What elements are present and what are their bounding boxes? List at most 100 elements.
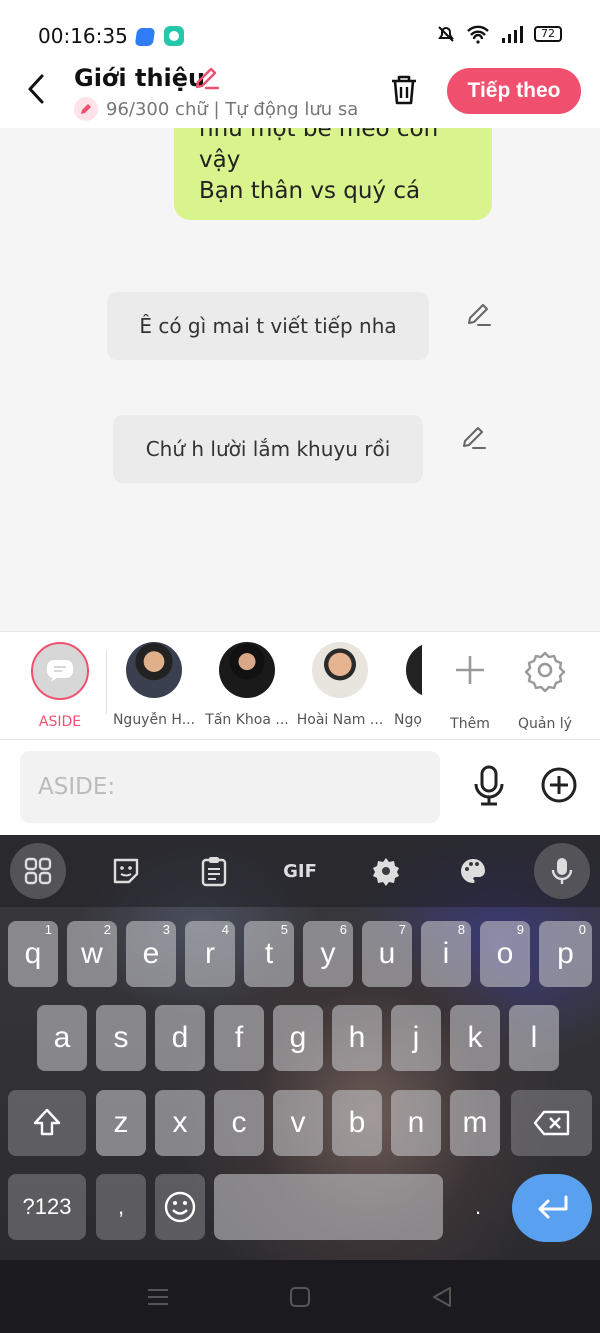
key-c[interactable]: c xyxy=(214,1090,264,1156)
persona-item[interactable]: Nguyễn H... xyxy=(109,642,199,728)
app-notification-icon xyxy=(134,28,156,46)
voice-input-icon[interactable] xyxy=(534,843,590,899)
gear-icon xyxy=(524,651,566,693)
key-b[interactable]: b xyxy=(332,1090,382,1156)
emoji-key[interactable] xyxy=(155,1174,205,1240)
key-char: u xyxy=(378,937,396,970)
space-key[interactable] xyxy=(214,1174,443,1240)
persona-label: Ngọ xyxy=(394,712,422,728)
keyboard: GIF q1 w2 e3 r4 t5 y6 u7 i8 o9 p0 a s d … xyxy=(0,835,600,1260)
shift-key[interactable] xyxy=(8,1090,86,1156)
palette-icon[interactable] xyxy=(449,847,497,895)
persona-label: Nguyễn H... xyxy=(112,712,196,728)
key-i[interactable]: i8 xyxy=(421,921,471,987)
character-selector: ASIDE Nguyễn H... Tấn Khoa ... Hoài Nam … xyxy=(0,631,600,740)
page-title: Giới thiệu xyxy=(74,64,206,92)
backspace-key[interactable] xyxy=(511,1090,592,1156)
key-h[interactable]: h xyxy=(332,1005,382,1071)
aside-message-bubble[interactable]: Chứ h lười lắm khuyu rồi xyxy=(113,415,423,483)
aside-message-bubble[interactable]: Ê có gì mai t viết tiếp nha xyxy=(107,292,429,360)
key-z[interactable]: z xyxy=(96,1090,146,1156)
sticker-icon[interactable] xyxy=(102,847,150,895)
status-time: 00:16:35 xyxy=(38,24,128,48)
key-a[interactable]: a xyxy=(37,1005,87,1071)
pencil-icon[interactable] xyxy=(192,64,220,92)
enter-key[interactable] xyxy=(512,1174,592,1242)
message-text: Chứ h lười lắm khuyu rồi xyxy=(145,437,391,461)
message-text: Ê có gì mai t viết tiếp nha xyxy=(139,314,397,338)
key-s[interactable]: s xyxy=(96,1005,146,1071)
chat-bubble-icon xyxy=(47,660,73,682)
clipboard-icon[interactable] xyxy=(190,847,238,895)
persona-aside[interactable]: ASIDE xyxy=(15,642,105,730)
next-button[interactable]: Tiếp theo xyxy=(447,68,581,114)
key-u[interactable]: u7 xyxy=(362,921,412,987)
key-m[interactable]: m xyxy=(450,1090,500,1156)
chat-area[interactable]: như một bé mèo con vậy Bạn thân vs quý c… xyxy=(0,128,600,631)
pen-badge-icon xyxy=(74,97,98,121)
key-r[interactable]: r4 xyxy=(185,921,235,987)
persona-label: ASIDE xyxy=(38,714,82,730)
status-icons: 72 xyxy=(436,24,562,44)
my-message-bubble[interactable]: như một bé mèo con vậy Bạn thân vs quý c… xyxy=(174,128,492,220)
persona-item[interactable]: Ngọ xyxy=(378,642,422,728)
keyboard-toolbar: GIF xyxy=(0,835,600,907)
key-char: i xyxy=(442,937,450,970)
message-input[interactable]: ASIDE: xyxy=(20,751,440,823)
add-circle-icon[interactable] xyxy=(540,766,578,804)
avatar xyxy=(126,642,182,698)
key-char: o xyxy=(496,937,514,970)
settings-gear-icon[interactable] xyxy=(362,847,410,895)
apps-grid-icon[interactable] xyxy=(10,843,66,899)
key-d[interactable]: d xyxy=(155,1005,205,1071)
gif-button[interactable]: GIF xyxy=(276,847,324,895)
key-n[interactable]: n xyxy=(391,1090,441,1156)
key-j[interactable]: j xyxy=(391,1005,441,1071)
home-icon[interactable] xyxy=(288,1286,312,1308)
avatar xyxy=(219,642,275,698)
symbols-key[interactable]: ?123 xyxy=(8,1174,86,1240)
key-g[interactable]: g xyxy=(273,1005,323,1071)
key-e[interactable]: e3 xyxy=(126,921,176,987)
key-w[interactable]: w2 xyxy=(67,921,117,987)
plus-icon xyxy=(456,656,484,684)
back-triangle-icon[interactable] xyxy=(430,1286,454,1308)
key-v[interactable]: v xyxy=(273,1090,323,1156)
key-q[interactable]: q1 xyxy=(8,921,58,987)
app-header: Giới thiệu 96/300 chữ | Tự động lưu sa T… xyxy=(0,60,600,128)
key-f[interactable]: f xyxy=(214,1005,264,1071)
key-x[interactable]: x xyxy=(155,1090,205,1156)
key-l[interactable]: l xyxy=(509,1005,559,1071)
key-number-hint: 3 xyxy=(162,922,170,937)
key-char: q xyxy=(24,937,42,970)
divider xyxy=(106,650,107,714)
key-number-hint: 6 xyxy=(339,922,347,937)
key-number-hint: 4 xyxy=(221,922,229,937)
word-count-text: 96/300 chữ | Tự động lưu sa xyxy=(106,98,359,120)
key-k[interactable]: k xyxy=(450,1005,500,1071)
persona-item[interactable]: Hoài Nam ... xyxy=(295,642,385,728)
manage-personas-button[interactable]: Quản lý xyxy=(500,642,590,732)
aside-avatar xyxy=(31,642,89,700)
period-key[interactable]: . xyxy=(453,1174,503,1240)
trash-icon[interactable] xyxy=(386,72,422,108)
key-p[interactable]: p0 xyxy=(539,921,592,987)
backspace-icon xyxy=(533,1110,569,1136)
screen: { "status_bar": {"time": "00:16:35", "ba… xyxy=(0,0,600,1333)
comma-key[interactable]: , xyxy=(96,1174,146,1240)
back-arrow-icon[interactable] xyxy=(20,72,54,106)
key-char: t xyxy=(264,937,274,970)
status-bar: 00:16:35 72 xyxy=(0,0,600,60)
manage-label: Quản lý xyxy=(518,716,572,732)
edit-message-icon[interactable] xyxy=(460,424,488,452)
key-o[interactable]: o9 xyxy=(480,921,530,987)
microphone-icon[interactable] xyxy=(470,764,508,806)
key-y[interactable]: y6 xyxy=(303,921,353,987)
persona-item[interactable]: Tấn Khoa ... xyxy=(202,642,292,728)
key-t[interactable]: t5 xyxy=(244,921,294,987)
battery-indicator: 72 xyxy=(534,26,562,42)
menu-icon[interactable] xyxy=(146,1286,170,1308)
key-number-hint: 7 xyxy=(398,922,406,937)
edit-message-icon[interactable] xyxy=(465,301,493,329)
wifi-icon xyxy=(467,25,489,44)
